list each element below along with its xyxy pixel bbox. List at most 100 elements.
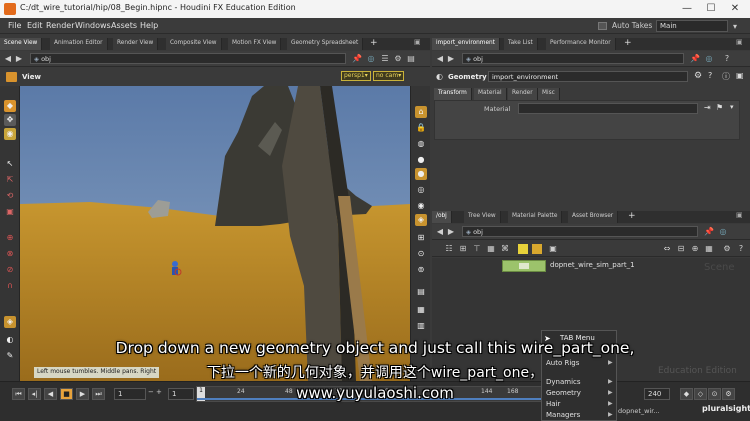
- add-tab-icon[interactable]: +: [370, 38, 378, 48]
- chevron-down-icon[interactable]: ▾: [733, 22, 737, 31]
- help-icon[interactable]: ?: [708, 71, 712, 80]
- desktop-select[interactable]: Main: [656, 20, 728, 32]
- persp-camera-menu[interactable]: persp1▾: [341, 71, 371, 81]
- select-tool-icon[interactable]: ◆: [4, 100, 16, 112]
- zoom-icon[interactable]: ⊕: [690, 244, 700, 254]
- palette-icon[interactable]: ▦: [486, 244, 496, 254]
- node-chooser-icon[interactable]: ⇥: [704, 103, 711, 112]
- chevron-down-icon[interactable]: ▾: [730, 103, 734, 111]
- handle-tool-icon[interactable]: ◉: [4, 128, 16, 140]
- menu-item-managers[interactable]: Managers: [546, 411, 580, 419]
- light-icon[interactable]: ●: [415, 168, 427, 180]
- add-tab-icon[interactable]: +: [628, 211, 636, 221]
- material-field[interactable]: [518, 103, 698, 114]
- gear-icon[interactable]: ⚙: [722, 244, 732, 254]
- sticky-note-icon[interactable]: [532, 244, 542, 254]
- link-icon[interactable]: ◎: [718, 227, 728, 237]
- display-icon[interactable]: ⊚: [415, 264, 427, 276]
- flipbook-icon[interactable]: ▦: [415, 304, 427, 316]
- link-icon[interactable]: ◎: [366, 54, 376, 64]
- select-icon[interactable]: [6, 72, 17, 82]
- render-icon[interactable]: ▥: [415, 320, 427, 332]
- network-path-field[interactable]: ◈ obj: [462, 226, 698, 237]
- menu-help[interactable]: Help: [140, 21, 158, 30]
- yellow-note-icon[interactable]: [518, 244, 528, 254]
- subtab-misc[interactable]: Misc: [538, 88, 560, 100]
- close-button[interactable]: ✕: [724, 1, 746, 17]
- tab-material-palette[interactable]: Material Palette: [508, 211, 563, 223]
- scale-tool-icon[interactable]: ▣: [4, 206, 16, 218]
- tab-take-list[interactable]: Take List: [504, 38, 538, 50]
- subtab-material[interactable]: Material: [474, 88, 507, 100]
- render-region-icon[interactable]: ◈: [4, 316, 16, 328]
- tab-geometry-spreadsheet[interactable]: Geometry Spreadsheet: [287, 38, 364, 50]
- menu-assets[interactable]: Assets: [111, 21, 137, 30]
- tab-animation-editor[interactable]: Animation Editor: [50, 38, 108, 50]
- pin-icon[interactable]: 📌: [690, 54, 700, 64]
- node-name-field[interactable]: import_environment: [488, 71, 688, 82]
- tab-import-environment[interactable]: import_environment: [432, 38, 500, 50]
- view-tool-icon[interactable]: ⊕: [4, 232, 16, 244]
- maximize-button[interactable]: ☐: [700, 1, 722, 17]
- tab-composite-view[interactable]: Composite View: [166, 38, 222, 50]
- subtab-transform[interactable]: Transform: [434, 88, 472, 100]
- display-options-icon[interactable]: ☰: [380, 54, 390, 64]
- expand-icon[interactable]: ▣: [736, 71, 744, 80]
- forward-arrow-icon[interactable]: ▶: [446, 54, 456, 64]
- tab-asset-browser[interactable]: Asset Browser: [568, 211, 619, 223]
- pane-menu-icon[interactable]: ▣: [736, 211, 743, 219]
- magnet-tool-icon[interactable]: ⊗: [4, 248, 16, 260]
- subtab-render[interactable]: Render: [508, 88, 538, 100]
- tab-performance-monitor[interactable]: Performance Monitor: [546, 38, 616, 50]
- menu-windows[interactable]: Windows: [75, 21, 111, 30]
- grid-view-icon[interactable]: ▦: [704, 244, 714, 254]
- shading-icon[interactable]: ●: [415, 154, 427, 166]
- pane-menu-icon[interactable]: ▣: [736, 38, 743, 46]
- jump-icon[interactable]: ⚑: [716, 103, 723, 112]
- help-icon[interactable]: ?: [736, 244, 746, 254]
- lock-camera-icon[interactable]: 🔒: [415, 122, 427, 134]
- back-arrow-icon[interactable]: ◀: [3, 54, 13, 64]
- no-cam-menu[interactable]: no cam▾: [373, 71, 405, 81]
- ghost-icon[interactable]: ⌂: [415, 106, 427, 118]
- visibility-icon[interactable]: ◉: [415, 200, 427, 212]
- move-tool-icon[interactable]: ✥: [4, 114, 16, 126]
- info-icon[interactable]: ⓘ: [722, 71, 730, 82]
- takes-icon[interactable]: [598, 22, 607, 30]
- normals-icon[interactable]: ⊞: [415, 232, 427, 244]
- tab-obj[interactable]: /obj: [432, 211, 452, 223]
- snapshot-icon[interactable]: ▤: [415, 286, 427, 298]
- tools-icon[interactable]: ⌘: [500, 244, 510, 254]
- help-icon[interactable]: ?: [722, 54, 732, 64]
- left-path-field[interactable]: ◈ obj: [30, 53, 346, 64]
- list-mode-icon[interactable]: ☷: [444, 244, 454, 254]
- add-tab-icon[interactable]: +: [624, 38, 632, 48]
- back-arrow-icon[interactable]: ◀: [435, 227, 445, 237]
- tree-icon[interactable]: ⊤: [472, 244, 482, 254]
- tab-scene-view[interactable]: Scene View: [0, 38, 43, 50]
- magnet-icon[interactable]: ∩: [4, 280, 16, 292]
- rotate-tool-icon[interactable]: ⟲: [4, 190, 16, 202]
- menu-render[interactable]: Render: [46, 21, 74, 30]
- forward-arrow-icon[interactable]: ▶: [14, 54, 24, 64]
- add-node-icon[interactable]: ⊞: [458, 244, 468, 254]
- gear-icon[interactable]: ⚙: [694, 71, 702, 81]
- menu-edit[interactable]: Edit: [27, 21, 43, 30]
- lock-icon[interactable]: ⚙: [393, 54, 403, 64]
- wireframe-icon[interactable]: ◍: [415, 138, 427, 150]
- translate-tool-icon[interactable]: ⇱: [4, 174, 16, 186]
- pane-menu-icon[interactable]: ▣: [414, 38, 421, 46]
- forward-arrow-icon[interactable]: ▶: [446, 227, 456, 237]
- param-path-field[interactable]: ◈ obj: [462, 53, 684, 64]
- align-icon[interactable]: ⇔: [662, 244, 672, 254]
- pin-icon[interactable]: 📌: [704, 227, 714, 237]
- tab-motion-fx-view[interactable]: Motion FX View: [228, 38, 282, 50]
- tab-tree-view[interactable]: Tree View: [464, 211, 501, 223]
- bounds-icon[interactable]: ⊙: [415, 248, 427, 260]
- snap-tool-icon[interactable]: ⊘: [4, 264, 16, 276]
- pin-icon[interactable]: 📌: [352, 54, 362, 64]
- pose-tool-icon[interactable]: ↖: [4, 158, 16, 170]
- image-icon[interactable]: ▣: [548, 244, 558, 254]
- split-icon[interactable]: ▤: [406, 54, 416, 64]
- grid-icon[interactable]: ◎: [415, 184, 427, 196]
